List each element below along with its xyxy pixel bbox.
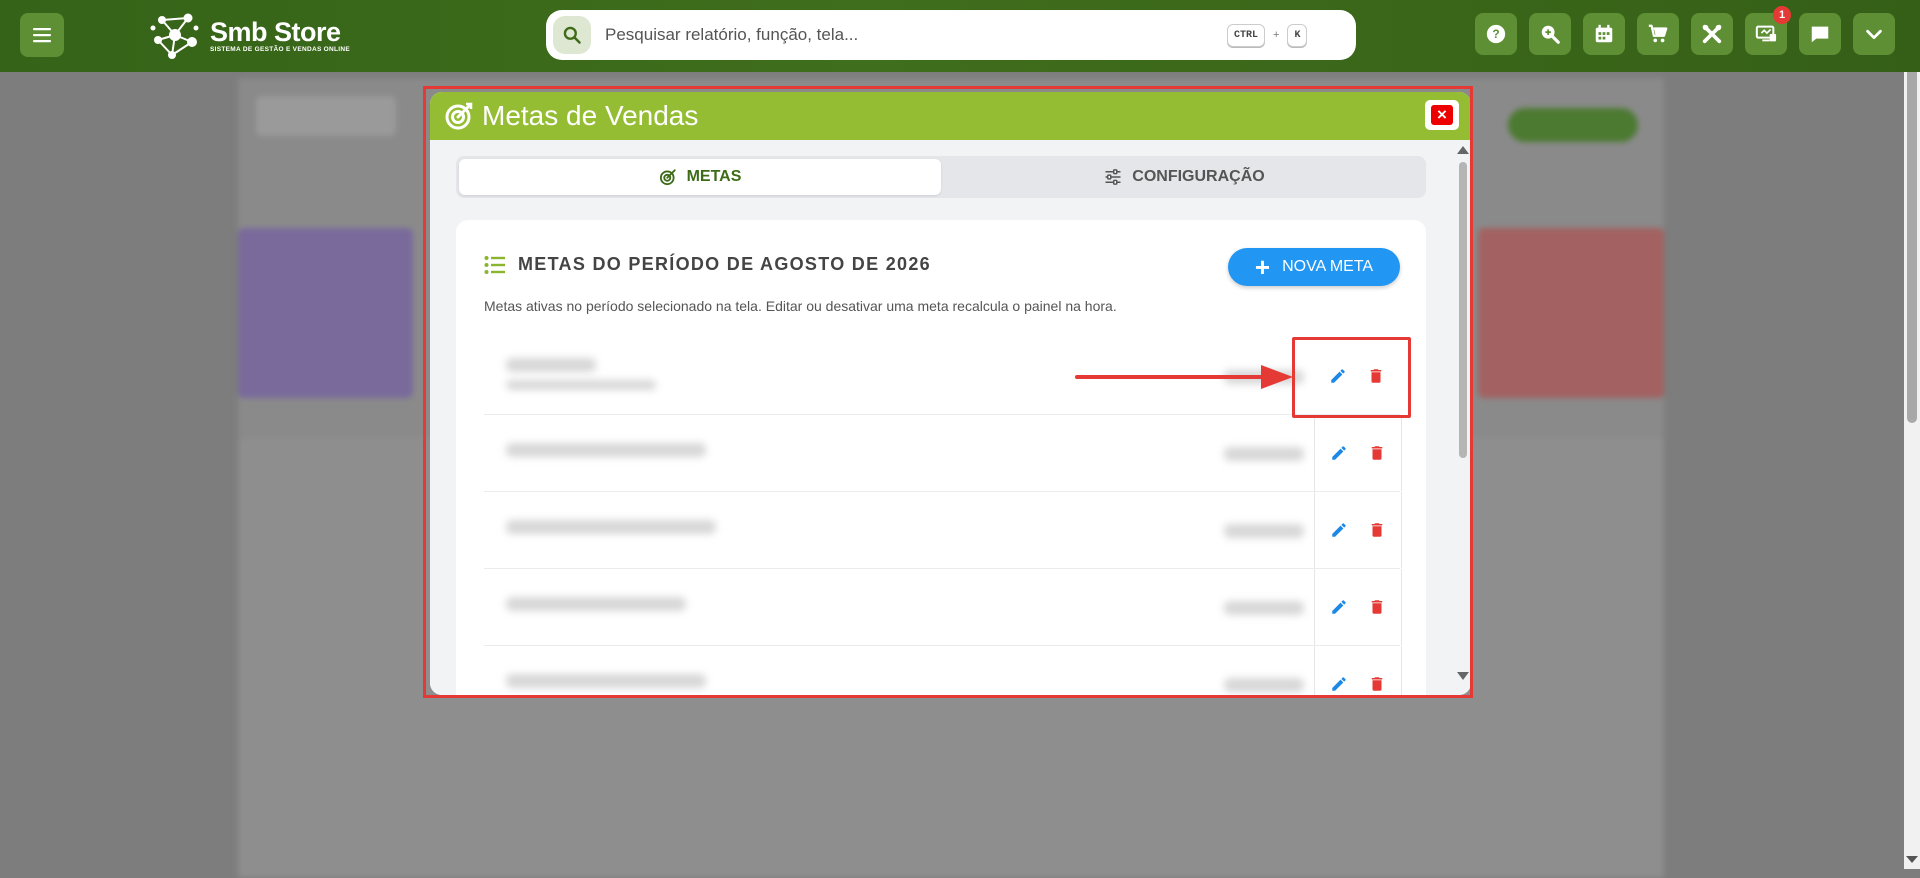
tools-icon xyxy=(1702,24,1722,44)
chevron-down-icon xyxy=(1866,29,1882,40)
top-navbar: Smb Store SISTEMA DE GESTÃO E VENDAS ONL… xyxy=(0,0,1920,72)
cart-button[interactable] xyxy=(1637,13,1679,55)
cart-icon xyxy=(1648,24,1668,43)
page-scroll-thumb[interactable] xyxy=(1907,18,1917,423)
hamburger-icon xyxy=(33,28,51,43)
hamburger-menu-button[interactable] xyxy=(20,13,64,57)
monitor-button[interactable]: 1 xyxy=(1745,6,1791,55)
search-input[interactable] xyxy=(603,24,1227,46)
chat-button[interactable] xyxy=(1799,13,1841,55)
calendar-icon xyxy=(1595,24,1613,43)
monitor-icon xyxy=(1755,25,1777,42)
shortcut-key-k: K xyxy=(1287,23,1308,47)
logo-name: Smb Store xyxy=(210,16,341,47)
help-icon: ? xyxy=(1486,24,1506,44)
shortcut-key-ctrl: CTRL xyxy=(1227,23,1266,47)
global-search[interactable]: CTRL + K xyxy=(546,10,1356,60)
logo-tagline: SISTEMA DE GESTÃO E VENDAS ONLINE xyxy=(210,45,351,53)
help-button[interactable]: ? xyxy=(1475,13,1517,55)
svg-text:?: ? xyxy=(1492,27,1499,41)
page-scroll-down-icon[interactable] xyxy=(1906,856,1918,863)
logo-molecule-icon xyxy=(150,13,199,59)
user-menu-button[interactable] xyxy=(1853,13,1895,55)
annotation-arrow-icon xyxy=(1075,365,1293,389)
search-icon xyxy=(563,26,581,44)
calendar-button[interactable] xyxy=(1583,13,1625,55)
chat-icon xyxy=(1811,26,1829,43)
tools-button[interactable] xyxy=(1691,13,1733,55)
notification-badge: 1 xyxy=(1773,6,1791,24)
topbar-actions: ? 1 xyxy=(1475,6,1907,55)
search-button[interactable] xyxy=(553,16,591,54)
zoom-search-button[interactable] xyxy=(1529,13,1571,55)
shortcut-plus: + xyxy=(1273,29,1280,41)
actions-highlight-box xyxy=(1292,337,1411,418)
zoom-search-icon xyxy=(1541,25,1560,44)
brand-logo[interactable]: Smb Store SISTEMA DE GESTÃO E VENDAS ONL… xyxy=(148,8,350,62)
